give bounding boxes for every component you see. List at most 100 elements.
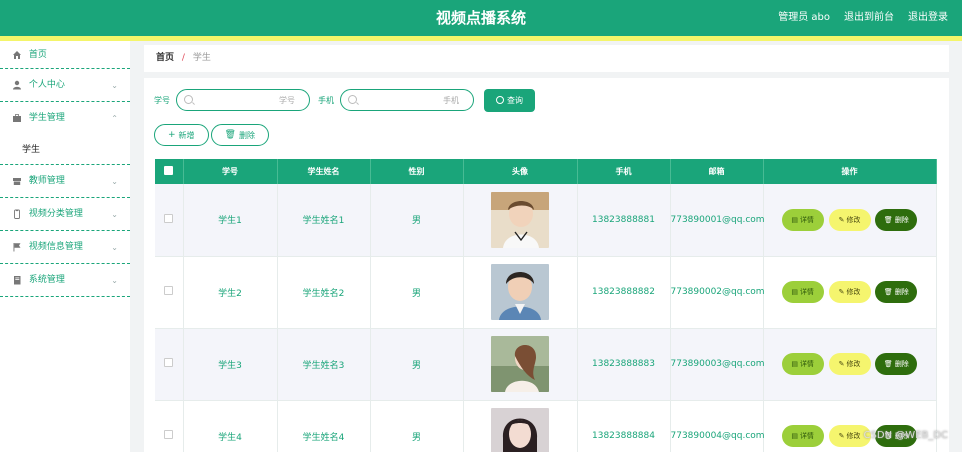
cell-avatar xyxy=(463,256,578,329)
archive-icon xyxy=(13,177,21,185)
row-checkbox[interactable] xyxy=(164,213,174,223)
phone-label: 手机 xyxy=(318,95,334,105)
sidebar-item-label: 教师管理 xyxy=(28,176,65,186)
cell-student-name: 学生姓名1 xyxy=(277,184,371,257)
detail-button[interactable]: ▤ 详情 xyxy=(781,425,824,447)
avatar xyxy=(491,264,549,320)
row-checkbox[interactable] xyxy=(164,430,174,439)
col-header-email: 邮箱 xyxy=(670,159,764,184)
cell-student-name: 学生姓名2 xyxy=(277,256,371,329)
phone-input[interactable] xyxy=(359,92,459,108)
batch-delete-button[interactable]: 🗑 删除 xyxy=(210,124,269,146)
edit-label: 修改 xyxy=(846,215,861,224)
row-select-cell xyxy=(155,328,184,401)
sidebar: 首页 个人中心 ⌄ 学生管理 ⌃ 学生 教师管理 ⌄ 视频分类管理 ⌄ 视频信息… xyxy=(0,41,130,452)
breadcrumb-current: 学生 xyxy=(192,53,211,63)
sidebar-item-label: 视频信息管理 xyxy=(28,242,83,252)
sidebar-item-video-category-management[interactable]: 视频分类管理 ⌄ xyxy=(0,198,130,231)
detail-label: 详情 xyxy=(799,432,814,440)
student-no-label: 学号 xyxy=(154,95,170,105)
flag-icon xyxy=(13,242,21,251)
cell-phone: 13823888883 xyxy=(577,328,671,401)
watermark: CSDN @WEB_DC xyxy=(863,430,948,441)
detail-button[interactable]: ▤ 详情 xyxy=(781,281,824,303)
pencil-icon: ✎ xyxy=(838,360,845,368)
top-header: 视频点播系统 管理员 abo 退出到前台 退出登录 xyxy=(0,0,962,36)
sidebar-item-home[interactable]: 首页 xyxy=(0,41,130,69)
clipboard-icon xyxy=(14,209,20,219)
trash-icon: 🗑 xyxy=(883,360,893,368)
detail-label: 详情 xyxy=(799,215,814,224)
delete-label: 删除 xyxy=(894,360,909,368)
edit-button[interactable]: ✎ 修改 xyxy=(828,353,871,375)
row-select-cell xyxy=(155,400,184,452)
edit-label: 修改 xyxy=(846,432,861,440)
document-icon: ▤ xyxy=(791,288,798,296)
breadcrumb-separator: / xyxy=(181,53,185,63)
document-icon: ▤ xyxy=(791,215,798,224)
select-all-checkbox[interactable] xyxy=(164,166,174,175)
table-header-row: 学号 学生姓名 性别 头像 手机 邮箱 操作 xyxy=(155,159,937,184)
sidebar-item-label: 个人中心 xyxy=(28,80,65,90)
delete-button[interactable]: 🗑 删除 xyxy=(875,353,918,375)
trash-icon: 🗑 xyxy=(883,215,893,224)
cell-student-no: 学生4 xyxy=(183,400,278,452)
search-icon xyxy=(348,95,357,104)
back-to-frontend-link[interactable]: 退出到前台 xyxy=(844,0,894,36)
action-button-row: + 新增 🗑 删除 xyxy=(154,124,269,146)
pencil-icon: ✎ xyxy=(838,432,845,440)
sidebar-item-label: 视频分类管理 xyxy=(28,209,83,219)
cell-actions: ▤ 详情 ✎ 修改 🗑 删除 xyxy=(763,328,937,401)
cell-actions: ▤ 详情 ✎ 修改 🗑 删除 xyxy=(763,256,937,329)
table-row: 学生4 学生姓名4 男 13823888884 773890004@qq.com… xyxy=(155,400,937,452)
delete-label: 删除 xyxy=(894,288,909,296)
cell-email: 773890003@qq.com xyxy=(670,328,765,401)
chevron-down-icon: ⌄ xyxy=(111,177,118,186)
cell-avatar xyxy=(463,400,578,452)
row-checkbox[interactable] xyxy=(164,286,174,295)
breadcrumb-home[interactable]: 首页 xyxy=(156,53,174,63)
admin-user-label: 管理员 abo xyxy=(778,12,830,23)
logout-link[interactable]: 退出登录 xyxy=(908,0,948,36)
sidebar-item-profile[interactable]: 个人中心 ⌄ xyxy=(0,69,130,102)
book-icon xyxy=(14,275,21,284)
cell-actions: ▤ 详情 ✎ 修改 🗑 删除 xyxy=(763,400,937,452)
student-no-input[interactable] xyxy=(195,92,295,108)
edit-button[interactable]: ✎ 修改 xyxy=(828,208,871,231)
cell-email: 773890001@qq.com xyxy=(670,184,765,257)
sidebar-item-student-management[interactable]: 学生管理 ⌃ xyxy=(0,102,130,135)
add-button[interactable]: + 新增 xyxy=(154,124,209,146)
query-button[interactable]: 查询 xyxy=(484,88,535,112)
chevron-up-icon: ⌃ xyxy=(111,114,118,123)
header-right-links: 管理员 abo 退出到前台 退出登录 xyxy=(778,0,948,36)
user-icon xyxy=(13,80,21,89)
cell-avatar xyxy=(463,328,578,401)
row-select-cell xyxy=(155,256,184,329)
sidebar-item-teacher-management[interactable]: 教师管理 ⌄ xyxy=(0,165,130,198)
main-panel: 学号 手机 查询 + 新增 🗑 删除 xyxy=(144,78,949,452)
delete-button[interactable]: 🗑 删除 xyxy=(875,281,918,303)
edit-button[interactable]: ✎ 修改 xyxy=(828,281,871,303)
cell-gender: 男 xyxy=(370,256,464,329)
sidebar-item-system-management[interactable]: 系统管理 ⌄ xyxy=(0,264,130,297)
edit-label: 修改 xyxy=(846,360,861,368)
sidebar-item-label: 系统管理 xyxy=(28,275,65,285)
detail-button[interactable]: ▤ 详情 xyxy=(781,353,824,375)
briefcase-icon xyxy=(13,113,21,122)
cell-email: 773890004@qq.com xyxy=(670,400,765,452)
table-row: 学生2 学生姓名2 男 13823888882 773890002@qq.com… xyxy=(155,256,937,329)
row-checkbox[interactable] xyxy=(164,358,174,367)
row-select-cell xyxy=(155,184,184,257)
col-header-student-no: 学号 xyxy=(183,159,278,184)
phone-search-box xyxy=(340,89,474,111)
query-button-label: 查询 xyxy=(507,95,523,105)
sidebar-item-label: 首页 xyxy=(28,50,47,60)
col-header-phone: 手机 xyxy=(577,159,671,184)
detail-button[interactable]: ▤ 详情 xyxy=(781,208,824,231)
delete-button[interactable]: 🗑 删除 xyxy=(875,208,918,231)
cell-student-name: 学生姓名3 xyxy=(277,328,371,401)
cell-avatar xyxy=(463,184,578,257)
sidebar-subitem-student[interactable]: 学生 xyxy=(0,135,130,165)
avatar xyxy=(491,336,549,392)
sidebar-item-video-info-management[interactable]: 视频信息管理 ⌄ xyxy=(0,231,130,264)
